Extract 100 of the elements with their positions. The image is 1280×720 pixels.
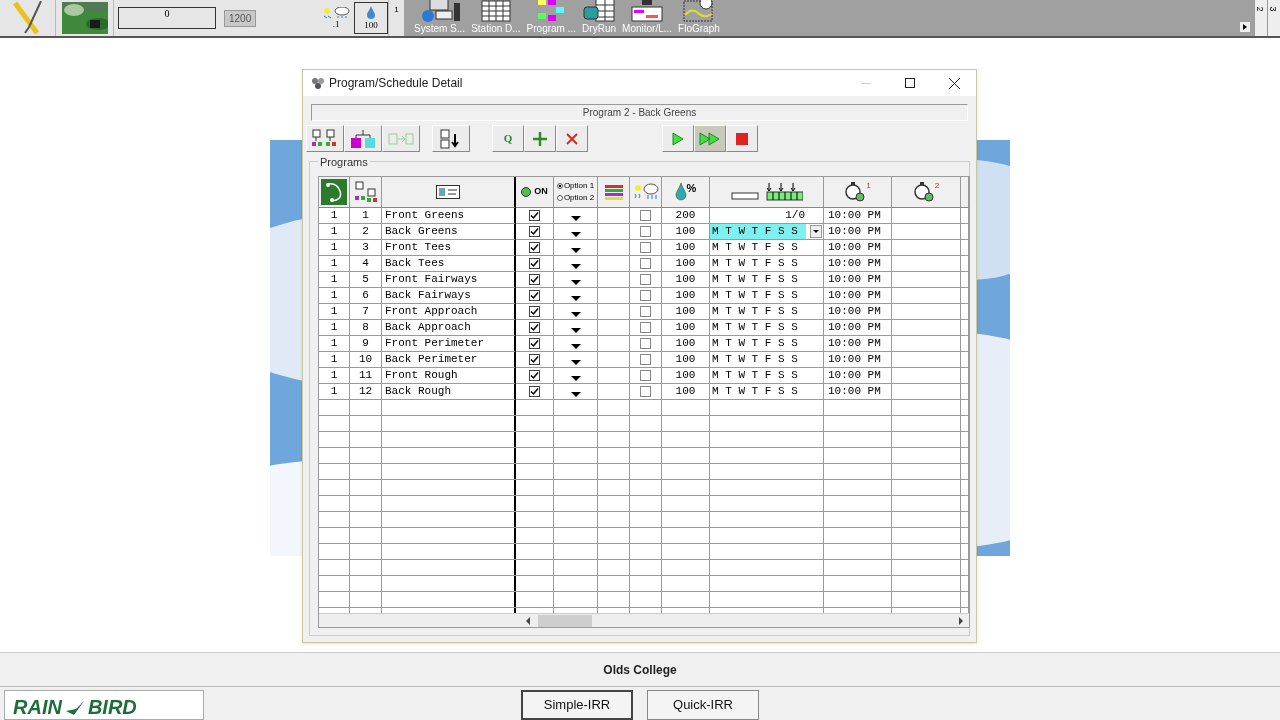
delete-button[interactable] bbox=[556, 125, 588, 152]
fast-forward-icon bbox=[699, 131, 721, 146]
checkbox[interactable] bbox=[640, 306, 651, 317]
program-row[interactable]: 1 6 Back Fairways 100 M T W T F S S 10:00 PM bbox=[319, 288, 969, 304]
program-row[interactable]: 1 7 Front Approach 100 M T W T F S S 10:00 PM bbox=[319, 304, 969, 320]
checkbox[interactable] bbox=[529, 274, 540, 285]
days-cell[interactable]: M T W T F S S bbox=[710, 224, 806, 239]
scroll-right-icon[interactable] bbox=[957, 616, 965, 625]
days-cell[interactable]: M T W T F S S bbox=[710, 288, 800, 303]
stop-button[interactable] bbox=[726, 125, 758, 152]
checkbox[interactable] bbox=[529, 226, 540, 237]
days-cell[interactable]: M T W T F S S bbox=[710, 256, 800, 271]
side-tab[interactable]: 2 bbox=[1254, 0, 1267, 36]
days-cell[interactable]: M T W T F S S bbox=[710, 336, 800, 351]
days-cell[interactable]: M T W T F S S bbox=[710, 384, 800, 399]
horizontal-scrollbar[interactable] bbox=[319, 613, 969, 627]
program-row[interactable]: 1 8 Back Approach 100 M T W T F S S 10:00 PM bbox=[319, 320, 969, 336]
mode-button[interactable]: Simple-IRR bbox=[521, 690, 633, 720]
dropdown-button[interactable] bbox=[810, 225, 822, 238]
dropdown-arrow-icon[interactable] bbox=[570, 312, 581, 317]
dropdown-arrow-icon[interactable] bbox=[570, 328, 581, 333]
quick-button[interactable]: Q bbox=[492, 125, 524, 152]
table-cell: 1 bbox=[319, 368, 350, 384]
checkbox[interactable] bbox=[529, 354, 540, 365]
scroll-left-icon[interactable] bbox=[524, 616, 532, 625]
program-row[interactable]: 1 2 Back Greens 100 M T W T F S S 10:00 PM bbox=[319, 224, 969, 240]
table-cell: 9 bbox=[350, 336, 382, 352]
checkbox[interactable] bbox=[640, 274, 651, 285]
checkbox[interactable] bbox=[640, 370, 651, 381]
dropdown-arrow-icon[interactable] bbox=[570, 264, 581, 269]
program-row[interactable]: 1 9 Front Perimeter 100 M T W T F S S 10:00 PM bbox=[319, 336, 969, 352]
dropdown-arrow-icon[interactable] bbox=[570, 392, 581, 397]
days-cell[interactable]: M T W T F S S bbox=[710, 352, 800, 367]
days-cell[interactable]: M T W T F S S bbox=[710, 368, 800, 383]
program-row[interactable]: 1 3 Front Tees 100 M T W T F S S 10:00 PM bbox=[319, 240, 969, 256]
stack-icon bbox=[604, 184, 623, 200]
table-cell: 100 bbox=[662, 352, 710, 368]
checkbox[interactable] bbox=[640, 322, 651, 333]
dropdown-arrow-icon[interactable] bbox=[570, 376, 581, 381]
checkbox[interactable] bbox=[640, 354, 651, 365]
table-cell: 2 bbox=[350, 224, 382, 240]
program-row[interactable]: 1 4 Back Tees 100 M T W T F S S 10:00 PM bbox=[319, 256, 969, 272]
checkbox[interactable] bbox=[640, 338, 651, 349]
program-row[interactable]: 1 12 Back Rough 100 M T W T F S S 10:00 PM bbox=[319, 384, 969, 400]
dropdown-arrow-icon[interactable] bbox=[570, 216, 581, 221]
days-cell[interactable]: 1/0 bbox=[783, 208, 807, 223]
table-cell: Back Rough bbox=[382, 384, 516, 400]
mode-button[interactable]: Quick-IRR bbox=[647, 690, 759, 720]
dropdown-arrow-icon[interactable] bbox=[570, 248, 581, 253]
dropdown-arrow-icon[interactable] bbox=[570, 232, 581, 237]
program-row[interactable]: 1 11 Front Rough 100 M T W T F S S 10:00 PM bbox=[319, 368, 969, 384]
checkbox[interactable] bbox=[529, 306, 540, 317]
table-cell bbox=[892, 352, 961, 368]
table-cell: 100 bbox=[662, 288, 710, 304]
days-cell[interactable]: M T W T F S S bbox=[710, 272, 800, 287]
table-cell: 10:00 PM bbox=[824, 256, 892, 272]
checkbox[interactable] bbox=[529, 210, 540, 221]
play-button[interactable] bbox=[662, 125, 694, 152]
dropdown-arrow-icon[interactable] bbox=[570, 296, 581, 301]
dropdown-arrow-icon[interactable] bbox=[570, 280, 581, 285]
checkbox[interactable] bbox=[529, 370, 540, 381]
table-cell: 100 bbox=[662, 240, 710, 256]
checkbox[interactable] bbox=[529, 386, 540, 397]
checkbox[interactable] bbox=[529, 322, 540, 333]
checkbox[interactable] bbox=[640, 242, 651, 253]
checkbox[interactable] bbox=[529, 338, 540, 349]
program-row[interactable]: 1 10 Back Perimeter 100 M T W T F S S 10:00 PM bbox=[319, 352, 969, 368]
dropdown-arrow-icon[interactable] bbox=[570, 344, 581, 349]
move-button[interactable] bbox=[382, 125, 420, 152]
checkbox[interactable] bbox=[529, 290, 540, 301]
checkbox[interactable] bbox=[640, 258, 651, 269]
program-row[interactable]: 1 5 Front Fairways 100 M T W T F S S 10:00 PM bbox=[319, 272, 969, 288]
add-button[interactable] bbox=[524, 125, 556, 152]
scroll-right-button[interactable] bbox=[1240, 22, 1250, 32]
checkbox[interactable] bbox=[640, 386, 651, 397]
table-cell: 1 bbox=[319, 352, 350, 368]
checkbox[interactable] bbox=[640, 290, 651, 301]
maximize-icon bbox=[905, 78, 915, 88]
table-cell bbox=[598, 224, 630, 240]
table-cell: 1 bbox=[319, 320, 350, 336]
table-cell bbox=[892, 288, 961, 304]
checkbox[interactable] bbox=[640, 210, 651, 221]
site-name: Olds College bbox=[603, 661, 677, 679]
tree-button[interactable] bbox=[306, 125, 344, 152]
checkbox[interactable] bbox=[529, 242, 540, 253]
table-cell: 10:00 PM bbox=[824, 384, 892, 400]
dropdown-arrow-icon[interactable] bbox=[570, 360, 581, 365]
scroll-thumb[interactable] bbox=[538, 614, 592, 627]
side-tab[interactable]: 3 bbox=[1267, 0, 1280, 36]
table-cell: 3 bbox=[350, 240, 382, 256]
fast-forward-button[interactable] bbox=[694, 125, 726, 152]
days-cell[interactable]: M T W T F S S bbox=[710, 304, 800, 319]
checkbox[interactable] bbox=[529, 258, 540, 269]
checkbox[interactable] bbox=[640, 226, 651, 237]
days-cell[interactable]: M T W T F S S bbox=[710, 240, 800, 255]
table-cell: 1 bbox=[319, 384, 350, 400]
table-cell: Front Fairways bbox=[382, 272, 516, 288]
sort-button[interactable] bbox=[432, 125, 470, 152]
days-cell[interactable]: M T W T F S S bbox=[710, 320, 800, 335]
branch-button[interactable] bbox=[344, 125, 382, 152]
